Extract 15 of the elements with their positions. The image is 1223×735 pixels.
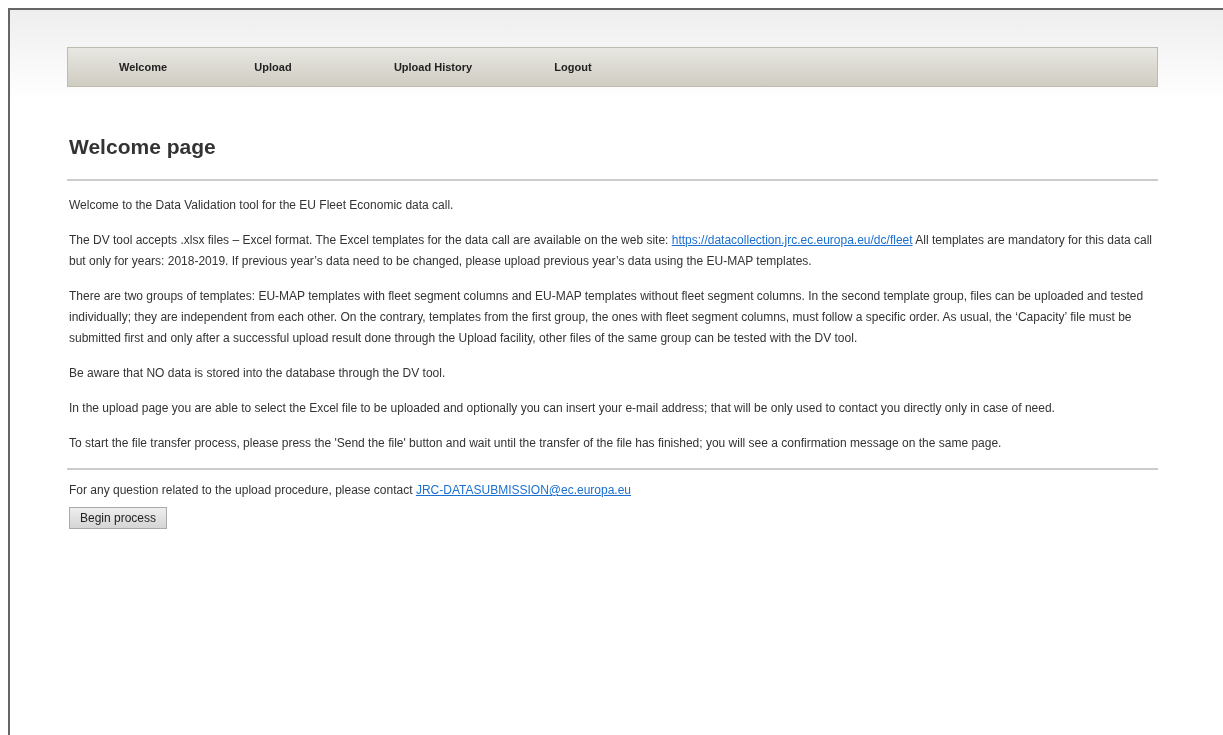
- paragraph: The DV tool accepts .xlsx files – Excel format. The Excel templates for the data call are available on the web site: https://datacollection.jrc.ec.europa.eu/dc/fleet All templates are mandatory for this data call but only for years: 2018-2019. If previous year’s data need to be changed, please upload previous year’s data using the EU-MAP templates.: [69, 232, 1153, 270]
- nav-link[interactable]: Logout: [518, 61, 628, 73]
- email-link[interactable]: JRC-DATASUBMISSION@ec.europa.eu: [415, 483, 632, 497]
- nav-link[interactable]: Welcome: [88, 61, 198, 73]
- paragraph: Welcome to the Data Validation tool for the EU Fleet Economic data call.: [69, 197, 455, 214]
- website-link[interactable]: https://datacollection.jrc.ec.europa.eu/dc/fleet: [671, 233, 913, 247]
- paragraph: In the upload page you are able to select the Excel file to be uploaded and optionally you can insert your e-mail address; that will be only used to contact you directly only in case of need.: [69, 400, 1056, 417]
- page-title: Welcome page: [69, 135, 217, 159]
- nav-link[interactable]: Upload History: [348, 61, 518, 73]
- contact-text: For any question related to the upload procedure, please contact JRC-DATASUBMISSION@ec.europa.eu: [69, 482, 633, 499]
- begin-process-button[interactable]: Begin process: [69, 507, 168, 529]
- paragraph: Be aware that NO data is stored into the database through the DV tool.: [69, 365, 447, 382]
- paragraph: To start the file transfer process, please press the 'Send the file' button and wait until the transfer of the file has finished; you will see a confirmation message on the same page.: [69, 435, 1003, 452]
- nav-link[interactable]: Upload: [198, 61, 348, 73]
- paragraph: There are two groups of templates: EU-MAP templates with fleet segment columns and EU-MAP templates without fleet segment columns. In the second template group, files can be uploaded and tested individually; they are independent from each other. On the contrary, templates from the first group, the ones with fleet segment columns, must follow a specific order. As usual, the ‘Capacity’ file must be submitted first and only after a successful upload result done through the Upload facility, other files of the same group can be tested with the DV tool.: [69, 288, 1145, 347]
